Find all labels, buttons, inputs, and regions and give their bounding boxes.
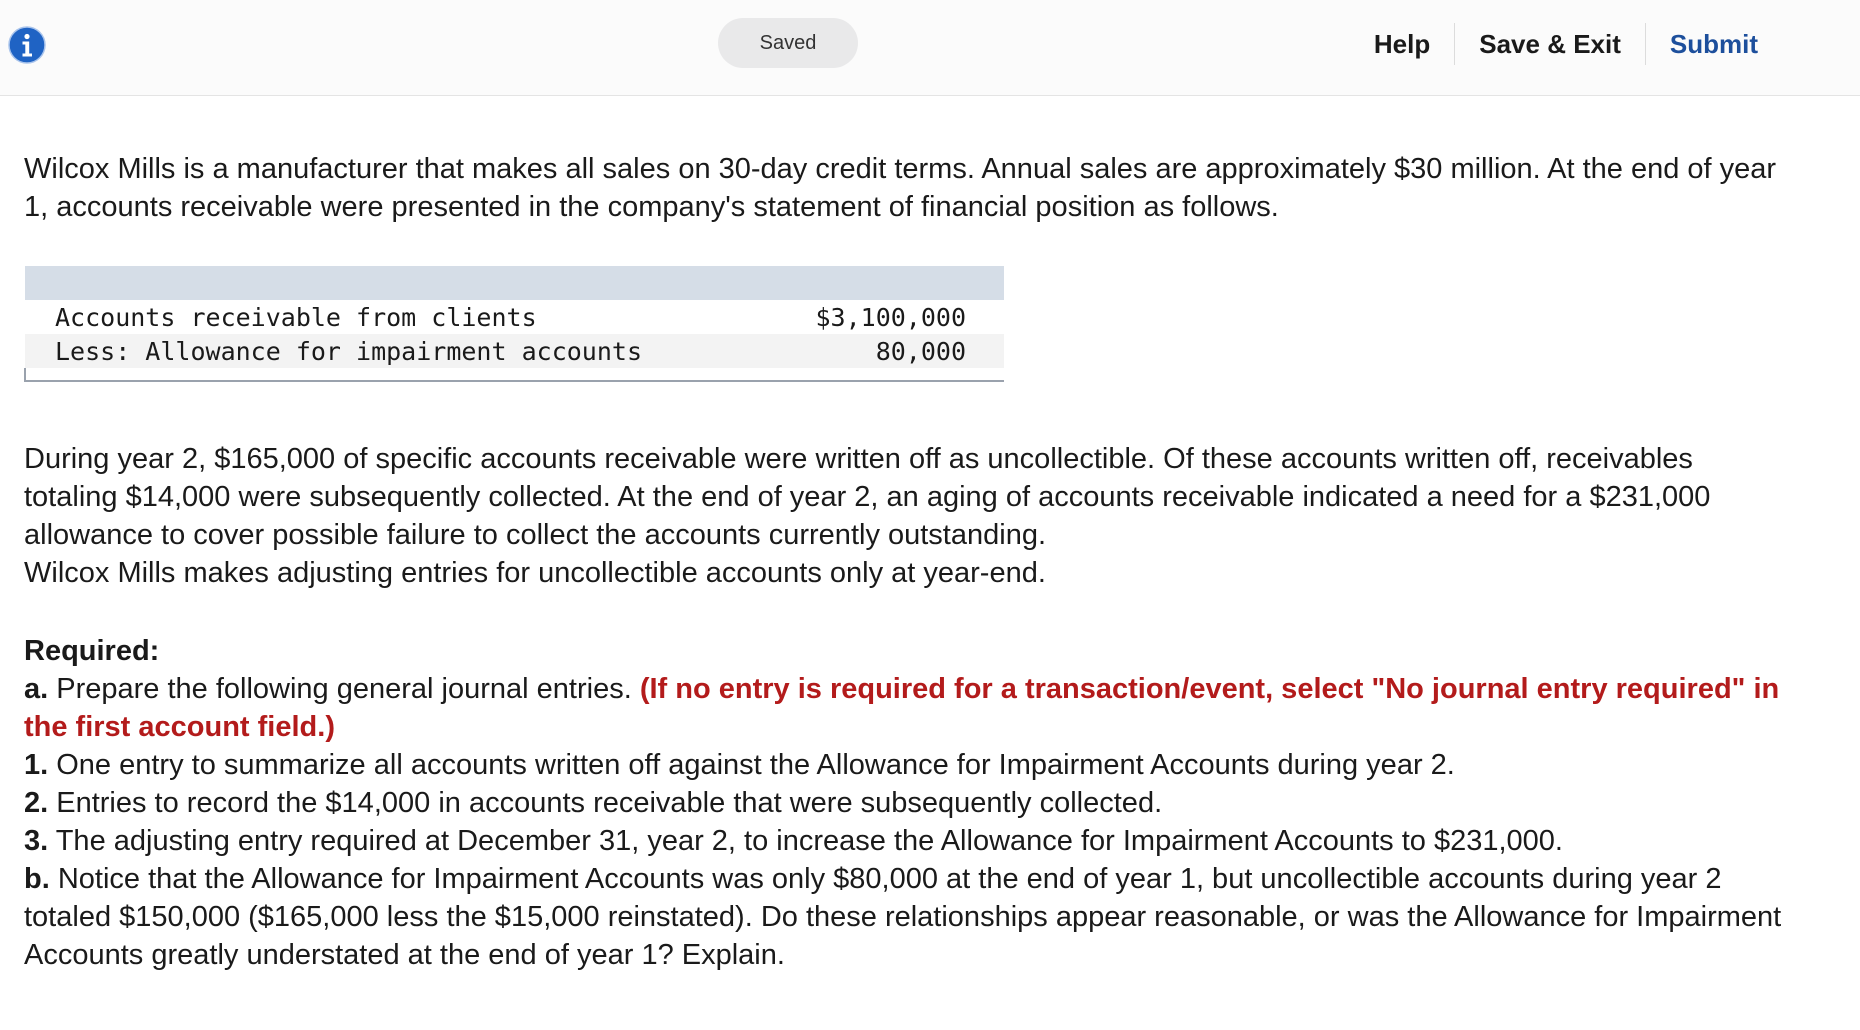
save-exit-button[interactable]: Save & Exit xyxy=(1455,22,1645,66)
part-a-label: a. xyxy=(24,673,49,705)
item-text: Entries to record the $14,000 in account… xyxy=(48,787,1163,819)
part-b-text: Notice that the Allowance for Impairment… xyxy=(24,863,1782,971)
list-item: 2. Entries to record the $14,000 in acco… xyxy=(24,784,1794,822)
year2-paragraph: During year 2, $165,000 of specific acco… xyxy=(24,443,1711,551)
submit-button[interactable]: Submit xyxy=(1646,22,1758,66)
item-number: 3. xyxy=(24,825,49,857)
info-icon[interactable] xyxy=(8,26,46,64)
table-row: Less: Allowance for impairment accounts … xyxy=(25,334,1004,368)
item-number: 2. xyxy=(24,787,49,819)
required-section: Required: a. Prepare the following gener… xyxy=(24,632,1794,974)
adjusting-note: Wilcox Mills makes adjusting entries for… xyxy=(24,557,1046,589)
list-item: 3. The adjusting entry required at Decem… xyxy=(24,822,1794,860)
required-heading: Required: xyxy=(24,635,160,667)
part-b: b. Notice that the Allowance for Impairm… xyxy=(24,860,1794,974)
help-button[interactable]: Help xyxy=(1350,22,1454,66)
part-a-text: Prepare the following general journal en… xyxy=(48,673,640,705)
item-number: 1. xyxy=(24,749,49,781)
accounts-receivable-table: Accounts receivable from clients $3,100,… xyxy=(24,266,1004,382)
list-item: 1. One entry to summarize all accounts w… xyxy=(24,746,1794,784)
row-value: 80,000 xyxy=(774,334,1004,368)
saved-status-badge: Saved xyxy=(718,18,858,68)
top-bar: Saved Help Save & Exit Submit xyxy=(0,0,1860,96)
item-text: One entry to summarize all accounts writ… xyxy=(48,749,1455,781)
part-a: a. Prepare the following general journal… xyxy=(24,670,1794,746)
table-row: Accounts receivable from clients $3,100,… xyxy=(25,300,1004,334)
row-label: Accounts receivable from clients xyxy=(55,302,537,332)
item-text: The adjusting entry required at December… xyxy=(48,825,1563,857)
table-header-row xyxy=(25,266,1004,300)
part-b-label: b. xyxy=(24,863,50,895)
row-value: $3,100,000 xyxy=(815,302,966,332)
header-actions: Help Save & Exit Submit xyxy=(1350,22,1758,66)
intro-paragraph: Wilcox Mills is a manufacturer that make… xyxy=(24,153,1777,223)
table-footer-row xyxy=(24,368,1004,382)
question-content: Wilcox Mills is a manufacturer that make… xyxy=(24,150,1794,974)
row-label: Less: Allowance for impairment accounts xyxy=(25,334,775,368)
